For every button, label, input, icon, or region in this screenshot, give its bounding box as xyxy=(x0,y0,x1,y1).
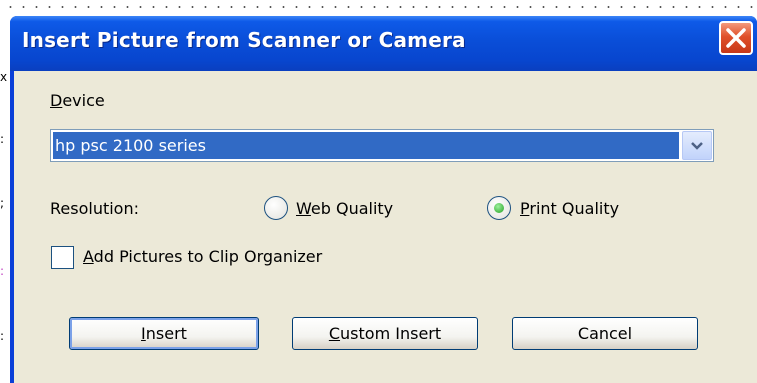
document-glyph: : xyxy=(0,132,5,146)
close-icon xyxy=(726,28,746,48)
insert-picture-dialog: Insert Picture from Scanner or Camera De… xyxy=(10,16,757,383)
device-selected-value: hp psc 2100 series xyxy=(53,132,679,159)
web-quality-label[interactable]: Web Quality xyxy=(296,199,393,218)
document-glyph: : xyxy=(0,329,5,343)
title-bar[interactable]: Insert Picture from Scanner or Camera xyxy=(10,16,757,71)
print-quality-radio[interactable] xyxy=(487,196,511,220)
resolution-label: Resolution: xyxy=(50,199,139,218)
document-glyph: x xyxy=(0,70,8,84)
dialog-title: Insert Picture from Scanner or Camera xyxy=(22,28,466,52)
radio-selected-dot xyxy=(494,203,504,213)
document-glyph: : xyxy=(0,264,5,278)
dialog-body: Device hp psc 2100 series Resolution: We… xyxy=(14,71,757,383)
document-ruler xyxy=(0,0,757,14)
chevron-down-icon xyxy=(691,142,703,150)
web-quality-radio[interactable] xyxy=(264,196,288,220)
dropdown-button[interactable] xyxy=(682,131,712,160)
device-dropdown[interactable]: hp psc 2100 series xyxy=(50,129,714,162)
add-to-organizer-checkbox[interactable] xyxy=(51,246,74,269)
print-quality-label[interactable]: Print Quality xyxy=(520,199,619,218)
close-button[interactable] xyxy=(719,21,753,55)
document-glyph: ; xyxy=(0,196,5,210)
cancel-button[interactable]: Cancel xyxy=(512,317,698,350)
add-to-organizer-label[interactable]: Add Pictures to Clip Organizer xyxy=(83,247,322,266)
custom-insert-button[interactable]: Custom Insert xyxy=(292,317,478,350)
device-label: Device xyxy=(50,91,105,110)
insert-button[interactable]: Insert xyxy=(69,317,259,350)
